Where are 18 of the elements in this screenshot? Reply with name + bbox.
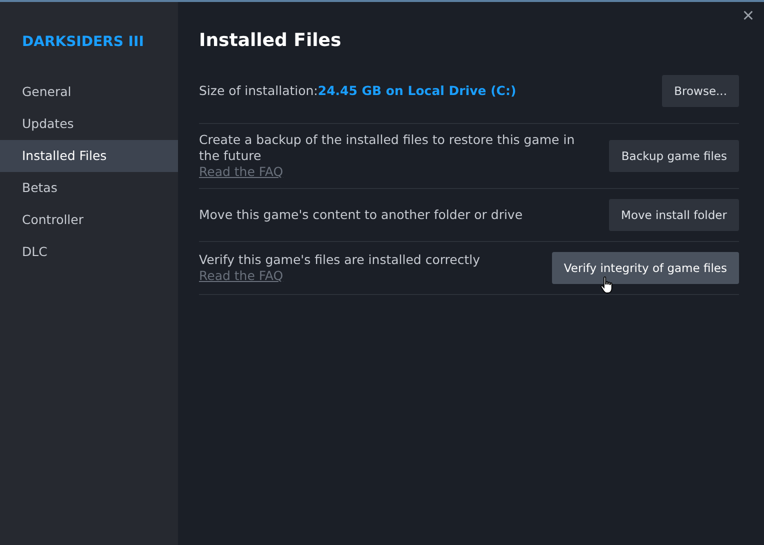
sidebar-item[interactable]: DLC [0, 236, 178, 268]
size-value: 24.45 GB on Local Drive (C:) [318, 83, 516, 98]
sidebar-item[interactable]: Betas [0, 172, 178, 204]
action-button[interactable]: Move install folder [609, 199, 739, 231]
hand-cursor-icon [600, 276, 614, 294]
row-description: Move this game's content to another folder or drive [199, 207, 523, 223]
action-button[interactable]: Backup game files [609, 140, 739, 172]
game-title: DARKSIDERS III [21, 34, 145, 52]
row-description: Create a backup of the installed files to restore this game in the future [199, 132, 576, 164]
sidebar-item[interactable]: Controller [0, 204, 178, 236]
sidebar-item[interactable]: Updates [0, 108, 178, 140]
row-description: Verify this game's files are installed correctly [199, 252, 480, 268]
browse-button[interactable]: Browse... [662, 75, 739, 107]
sidebar-item[interactable]: Installed Files [0, 140, 178, 172]
size-label: Size of installation: [199, 83, 318, 98]
sidebar-item[interactable]: General [0, 76, 178, 108]
page-title: Installed Files [199, 30, 342, 51]
close-button[interactable]: × [742, 6, 754, 26]
